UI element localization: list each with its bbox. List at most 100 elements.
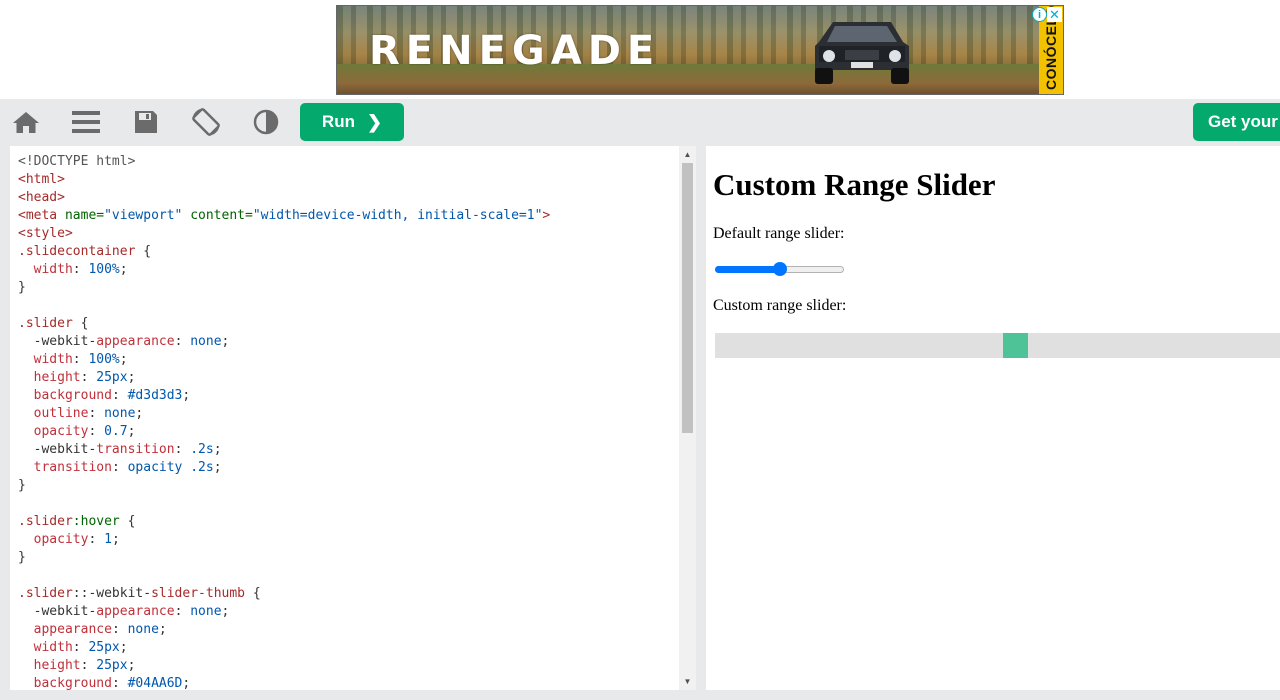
code-line: .slider:hover { — [18, 513, 550, 531]
ad-info-icon[interactable]: i — [1032, 7, 1047, 22]
code-line: .slider { — [18, 315, 550, 333]
code-token: transition — [96, 442, 175, 457]
ad-brand-text: RENEGADE — [369, 28, 661, 74]
code-token: : — [88, 424, 105, 439]
code-line: <!DOCTYPE html> — [18, 153, 550, 171]
code-token: : — [111, 388, 128, 403]
code-token: width — [33, 262, 73, 277]
code-token: slider-thumb — [151, 586, 253, 601]
code-token: : — [111, 460, 128, 475]
code-token: ; — [213, 442, 222, 457]
code-token: ; — [127, 424, 136, 439]
code-token: : — [174, 442, 191, 457]
code-token: 25px — [88, 640, 120, 655]
code-token: ; — [119, 352, 128, 367]
code-token: 25px — [96, 658, 128, 673]
code-line: .slidecontainer { — [18, 243, 550, 261]
code-token: ; — [127, 370, 136, 385]
ad-close-icon[interactable]: ✕ — [1047, 7, 1062, 22]
save-icon[interactable] — [130, 107, 162, 137]
default-range-slider[interactable] — [715, 262, 844, 276]
code-token: opacity — [33, 532, 89, 547]
code-token: ; — [213, 460, 222, 475]
code-token: background — [33, 676, 112, 690]
custom-slider-thumb[interactable] — [1002, 333, 1028, 358]
code-token: .slider — [18, 586, 73, 601]
code-token: ; — [119, 640, 128, 655]
default-slider-label: Default range slider: — [713, 225, 845, 242]
code-token: outline — [33, 406, 89, 421]
scrollbar-thumb[interactable] — [682, 163, 693, 433]
code-token: { — [252, 586, 261, 601]
code-token: appearance — [96, 334, 175, 349]
run-button-label: Run — [321, 112, 355, 131]
code-token: none — [190, 334, 222, 349]
scroll-up-icon[interactable]: ▲ — [679, 146, 696, 163]
code-token: -webkit- — [18, 604, 97, 619]
ad-banner[interactable]: RENEGADE CONÓCELO i ✕ — [336, 5, 1064, 95]
code-token: appearance — [96, 604, 175, 619]
code-token: : — [80, 658, 97, 673]
contrast-icon[interactable] — [250, 107, 282, 137]
code-line: height: 25px; — [18, 369, 550, 387]
code-token: "width=device-width, initial-scale=1" — [252, 208, 543, 223]
result-preview: Custom Range Slider Default range slider… — [706, 146, 1280, 690]
code-line: -webkit-appearance: none; — [18, 333, 550, 351]
chevron-right-icon: ❯ — [366, 111, 383, 132]
code-token: background — [33, 388, 112, 403]
code-token: ; — [221, 334, 230, 349]
code-token: { — [143, 244, 152, 259]
code-token: 1 — [104, 532, 112, 547]
scroll-down-icon[interactable]: ▼ — [679, 673, 696, 690]
code-token: : — [80, 370, 97, 385]
run-button[interactable]: Run ❯ — [300, 103, 404, 141]
code-line: } — [18, 549, 550, 567]
code-token: opacity .2s — [127, 460, 214, 475]
code-token: } — [18, 478, 26, 493]
code-token: 25px — [96, 370, 128, 385]
code-token: ; — [111, 532, 120, 547]
code-line: width: 100%; — [18, 261, 550, 279]
code-token: : — [174, 334, 191, 349]
code-line: appearance: none; — [18, 621, 550, 639]
code-token: transition — [33, 460, 112, 475]
code-token: ; — [182, 676, 191, 690]
rotate-icon[interactable] — [190, 107, 222, 137]
code-line: .slider::-webkit-slider-thumb { — [18, 585, 550, 603]
get-website-button[interactable]: Get your own website — [1193, 103, 1280, 141]
code-token: { — [80, 316, 89, 331]
code-token: ::-webkit- — [72, 586, 152, 601]
code-token: -webkit- — [18, 334, 97, 349]
menu-icon[interactable] — [70, 107, 102, 137]
code-token: <html> — [18, 172, 65, 187]
code-editor[interactable]: <!DOCTYPE html> <html> <head> <meta name="v… — [10, 146, 696, 690]
code-line: <style> — [18, 225, 550, 243]
custom-range-slider[interactable] — [715, 333, 1280, 358]
code-token: ; — [119, 262, 128, 277]
default-slider-fill — [715, 266, 780, 273]
code-token: <!DOCTYPE html> — [18, 154, 136, 169]
home-icon[interactable] — [10, 107, 42, 137]
code-token: 100% — [88, 262, 120, 277]
code-content[interactable]: <!DOCTYPE html> <html> <head> <meta name="v… — [18, 153, 550, 690]
code-token: ; — [221, 604, 230, 619]
code-line: background: #d3d3d3; — [18, 387, 550, 405]
code-token: : — [111, 676, 128, 690]
code-line: } — [18, 477, 550, 495]
code-line: opacity: 1; — [18, 531, 550, 549]
default-slider-thumb[interactable] — [772, 262, 787, 276]
code-line: outline: none; — [18, 405, 550, 423]
code-token: #d3d3d3 — [127, 388, 183, 403]
code-token: ; — [182, 388, 191, 403]
editor-scrollbar[interactable]: ▲ ▼ — [679, 146, 696, 690]
code-token: opacity — [33, 424, 89, 439]
code-token: 0.7 — [104, 424, 128, 439]
code-token: .slider — [18, 316, 81, 331]
